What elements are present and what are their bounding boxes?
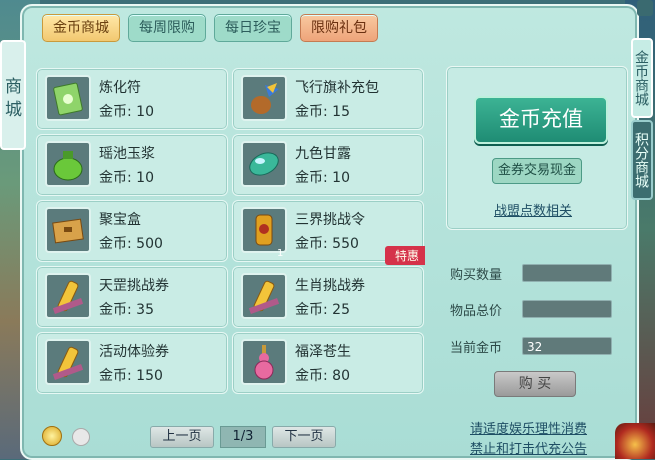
item-card[interactable]: 活动体验券 金币: 150 (36, 332, 228, 394)
page-indicator: 1/3 (220, 426, 266, 448)
close-icon[interactable] (637, 0, 653, 16)
tab-limited-gift[interactable]: 限购礼包 (300, 14, 378, 42)
gourd-icon (241, 339, 287, 385)
item-price: 金币: 25 (295, 302, 350, 318)
item-card[interactable]: 1 三界挑战令 金币: 550 特惠 (232, 200, 425, 265)
prev-page-button[interactable]: 上一页 (150, 426, 214, 448)
notice-anti-proxy[interactable]: 禁止和打击代充公告 (470, 438, 587, 457)
scroll-icon (45, 339, 91, 385)
item-name: 炼化符 (99, 80, 141, 96)
jade-jar-icon (45, 141, 91, 187)
treasure-box-icon (45, 207, 91, 253)
tab-gold-shop[interactable]: 金币商城 (42, 14, 120, 42)
item-price: 金币: 500 (99, 236, 163, 252)
item-name: 飞行旗补充包 (295, 80, 379, 96)
coin-icon[interactable] (42, 426, 62, 446)
item-name: 聚宝盒 (99, 212, 141, 228)
item-card[interactable]: 聚宝盒 金币: 500 (36, 200, 228, 262)
item-card[interactable]: 飞行旗补充包 金币: 15 (232, 68, 424, 130)
shop-tabs: 金币商城 每周限购 每日珍宝 限购礼包 (42, 14, 378, 42)
exchange-button[interactable]: 金券交易现金 (492, 158, 582, 184)
league-points-link[interactable]: 战盟点数相关 (494, 200, 572, 219)
tab-daily-treasure[interactable]: 每日珍宝 (214, 14, 292, 42)
total-price-field (522, 300, 612, 318)
item-card[interactable]: 天罡挑战券 金币: 35 (36, 266, 228, 328)
shop-side-tab[interactable]: 商城 (0, 40, 26, 150)
item-name: 三界挑战令 (295, 212, 365, 228)
current-coins-label: 当前金币 (450, 341, 503, 356)
item-price: 金币: 10 (99, 104, 154, 120)
item-price: 金币: 10 (295, 170, 350, 186)
item-card[interactable]: 福泽苍生 金币: 80 (232, 332, 424, 394)
item-price: 金币: 150 (99, 368, 163, 384)
item-price: 金币: 80 (295, 368, 350, 384)
scroll-icon (45, 273, 91, 319)
quantity-field[interactable] (522, 264, 612, 282)
item-grid: 炼化符 金币: 10 飞行旗补充包 金币: 15 瑶池玉浆 金币: 10 九色甘… (36, 68, 428, 394)
circle-icon[interactable] (72, 428, 90, 446)
item-name: 生肖挑战券 (295, 278, 365, 294)
item-card[interactable]: 生肖挑战券 金币: 25 (232, 266, 424, 328)
right-tab-points-shop[interactable]: 积分商城 (631, 120, 653, 200)
item-card[interactable]: 瑶池玉浆 金币: 10 (36, 134, 228, 196)
special-offer-badge: 特惠 (384, 246, 425, 265)
scroll-icon (241, 273, 287, 319)
item-name: 九色甘露 (295, 146, 351, 162)
notice-moderation[interactable]: 请适度娱乐理性消费 (470, 418, 587, 437)
flag-pack-icon (241, 75, 287, 121)
item-price: 金币: 10 (99, 170, 154, 186)
item-name: 福泽苍生 (295, 344, 351, 360)
item-price: 金币: 15 (295, 104, 350, 120)
right-tab-gold-shop[interactable]: 金币商城 (631, 38, 653, 118)
token-icon (241, 207, 287, 253)
gem-leaf-icon (241, 141, 287, 187)
item-card[interactable]: 九色甘露 金币: 10 (232, 134, 424, 196)
item-name: 活动体验券 (99, 344, 169, 360)
current-coins-field: 32 (522, 337, 612, 355)
next-page-button[interactable]: 下一页 (272, 426, 336, 448)
lantern-icon[interactable] (615, 423, 655, 459)
total-price-label: 物品总价 (450, 304, 503, 319)
buy-button[interactable]: 购 买 (494, 371, 576, 397)
item-card[interactable]: 炼化符 金币: 10 (36, 68, 228, 130)
item-name: 瑶池玉浆 (99, 146, 155, 162)
item-name: 天罡挑战券 (99, 278, 169, 294)
item-price: 金币: 550 (295, 236, 359, 252)
tab-weekly-limit[interactable]: 每周限购 (128, 14, 206, 42)
quantity-label: 购买数量 (450, 268, 503, 283)
scroll-talisman-icon (45, 75, 91, 121)
recharge-button[interactable]: 金币充值 (474, 96, 608, 144)
item-price: 金币: 35 (99, 302, 154, 318)
item-count: 1 (277, 248, 284, 259)
